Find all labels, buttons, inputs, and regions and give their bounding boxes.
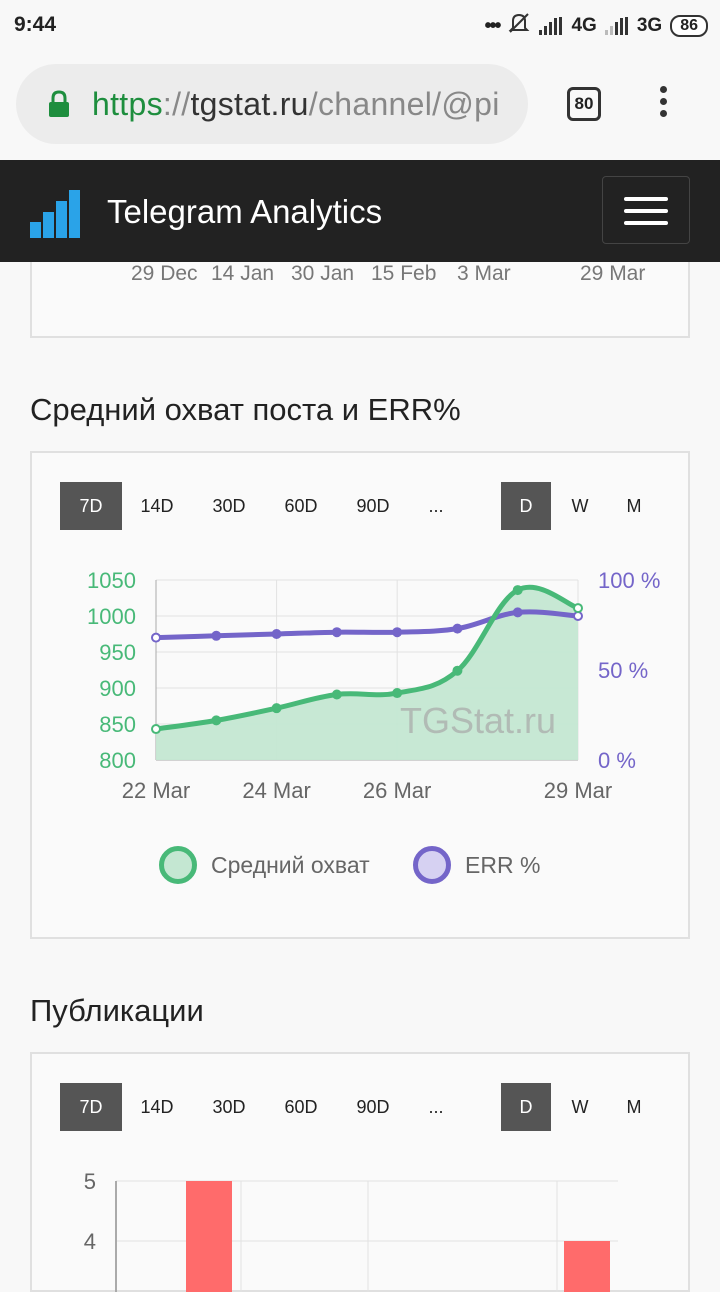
x-tick: 29 Mar (580, 262, 646, 285)
err-point (331, 627, 342, 638)
browser-menu-icon[interactable] (655, 86, 671, 122)
y-tick-label-left: 1050 (87, 568, 136, 593)
y-tick-label-left: 1000 (87, 604, 136, 629)
x-tick: 30 Jan (291, 262, 355, 285)
tab-switcher-button[interactable]: 80 (567, 87, 601, 121)
logo-icon[interactable] (30, 190, 80, 238)
x-tick-label: 24 Mar (242, 778, 310, 803)
url-separator: :// (162, 86, 191, 122)
watermark-text: TGStat.ru (400, 700, 556, 741)
group-day-button[interactable]: D (501, 1083, 551, 1131)
group-month-button[interactable]: M (609, 482, 659, 530)
network-type-2: 3G (636, 15, 663, 36)
period-30d-button[interactable]: 30D (198, 1083, 260, 1131)
reach-point (331, 689, 342, 700)
publication-bar (564, 1241, 610, 1292)
x-tick: 15 Feb (371, 262, 437, 285)
legend-reach-swatch (159, 846, 197, 884)
reach-point (271, 703, 282, 714)
url-scheme: https (92, 86, 163, 122)
signal-icon-1 (539, 17, 563, 35)
publication-bar (186, 1181, 232, 1292)
period-14d-button[interactable]: 14D (126, 482, 188, 530)
hamburger-menu-button[interactable] (602, 176, 690, 244)
legend-item-err[interactable]: ERR % (413, 846, 540, 884)
x-tick-label: 26 Mar (363, 778, 431, 803)
err-point (452, 623, 463, 634)
period-more-button[interactable]: ... (414, 1083, 458, 1131)
y-tick-label: 5 (84, 1169, 96, 1194)
period-14d-button[interactable]: 14D (126, 1083, 188, 1131)
reach-point (392, 688, 403, 699)
reach-point (211, 715, 222, 726)
period-7d-button[interactable]: 7D (60, 482, 122, 530)
x-tick-label: 22 Mar (122, 778, 190, 803)
address-bar[interactable]: https://tgstat.ru/channel/@pi (16, 64, 528, 144)
y-tick-label-left: 850 (99, 712, 136, 737)
more-dots-icon: ••• (484, 14, 501, 37)
y-tick-label-left: 950 (99, 640, 136, 665)
group-day-button[interactable]: D (501, 482, 551, 530)
period-30d-button[interactable]: 30D (198, 482, 260, 530)
y-tick-label: 4 (84, 1229, 96, 1254)
legend-err-label: ERR % (465, 851, 541, 878)
period-7d-button[interactable]: 7D (60, 1083, 122, 1131)
legend-item-reach[interactable]: Средний охват (159, 846, 370, 884)
reach-err-chart: 1050 1000 950 900 850 800 100 % 50 % 0 % 22 Mar 24… (87, 568, 660, 803)
reach-point (512, 585, 523, 596)
y-tick-label-left: 800 (99, 748, 136, 773)
period-more-button[interactable]: ... (414, 482, 458, 530)
status-bar: 9:44 ••• 4G 3G 86 (0, 0, 720, 50)
publications-section-title: Публикации (30, 993, 204, 1028)
err-point (573, 611, 583, 621)
reach-section-title: Средний охват поста и ERR% (30, 392, 461, 427)
err-point (392, 627, 403, 638)
legend-reach-label: Средний охват (211, 851, 370, 878)
period-90d-button[interactable]: 90D (342, 482, 404, 530)
publications-chart-card: 7D 14D 30D 60D 90D ... D W M 54 (30, 1052, 690, 1292)
err-point (512, 607, 523, 618)
y-tick-label-left: 900 (99, 676, 136, 701)
network-type-1: 4G (571, 15, 597, 36)
group-month-button[interactable]: M (609, 1083, 659, 1131)
reach-point (573, 603, 583, 614)
err-point (211, 630, 222, 641)
status-time: 9:44 (14, 13, 57, 36)
reach-chart-card: 7D 14D 30D 60D 90D ... D W M 1050 1000 950… (30, 451, 690, 939)
period-60d-button[interactable]: 60D (270, 1083, 332, 1131)
y-tick-label-right: 50 % (598, 658, 648, 683)
url-path: /channel/@pi (308, 86, 500, 122)
previous-chart-card: 29 Dec 14 Jan 30 Jan 15 Feb 3 Mar 29 Mar (30, 262, 690, 338)
y-tick-label-right: 100 % (598, 568, 660, 593)
brand-title[interactable]: Telegram Analytics (107, 193, 382, 231)
url-host: tgstat.ru (190, 86, 309, 122)
publications-chart: 54 (84, 1169, 618, 1292)
battery-icon: 86 (670, 15, 708, 37)
legend-err-swatch (413, 846, 451, 884)
period-60d-button[interactable]: 60D (270, 482, 332, 530)
url-text[interactable]: https://tgstat.ru/channel/@pi (92, 86, 522, 123)
period-90d-button[interactable]: 90D (342, 1083, 404, 1131)
x-tick: 29 Dec (131, 262, 198, 285)
group-week-button[interactable]: W (555, 482, 605, 530)
status-icons: ••• 4G 3G 86 (484, 12, 708, 40)
lock-icon (49, 90, 69, 117)
err-point (271, 629, 282, 639)
reach-point (151, 724, 161, 735)
mute-bell-icon (507, 12, 531, 40)
err-point (151, 632, 161, 643)
reach-point (452, 665, 463, 676)
group-week-button[interactable]: W (555, 1083, 605, 1131)
x-tick-label: 29 Mar (544, 778, 612, 803)
x-tick: 3 Mar (457, 262, 511, 285)
x-tick: 14 Jan (211, 262, 275, 285)
y-tick-label-right: 0 % (598, 748, 636, 773)
signal-icon-2 (604, 17, 629, 35)
